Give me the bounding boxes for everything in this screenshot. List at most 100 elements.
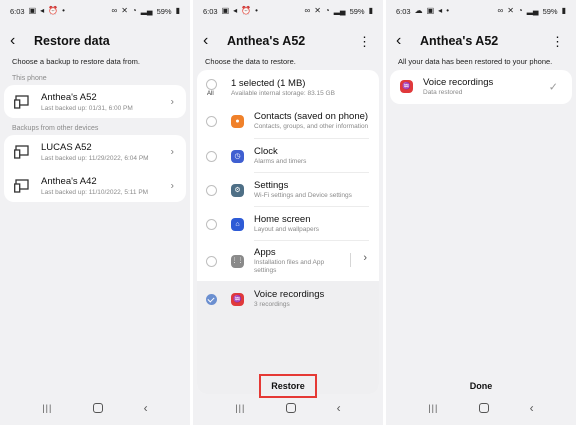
- home-icon[interactable]: [286, 403, 296, 413]
- backup-row[interactable]: Anthea's A52 Last backed up: 01/31, 6:00…: [4, 85, 186, 118]
- back-arrow-icon[interactable]: ‹: [396, 33, 414, 49]
- chevron-right-icon[interactable]: ›: [363, 252, 367, 264]
- backup-last-date: Last backed up: 11/10/2022, 5:11 PM: [41, 188, 149, 196]
- page-title: Anthea's A52: [227, 34, 306, 48]
- navigation-bar: ||| ‹: [0, 399, 190, 417]
- recent-apps-icon[interactable]: |||: [42, 403, 52, 413]
- voice-recordings-icon: ♒: [231, 293, 244, 306]
- item-name: Voice recordings: [254, 289, 325, 300]
- item-name: Settings: [254, 180, 289, 191]
- select-all-row[interactable]: All 1 selected (1 MB) Available internal…: [197, 70, 379, 105]
- backup-last-date: Last backed up: 01/31, 6:00 PM: [41, 104, 133, 112]
- alarm-icon: ⏰: [48, 6, 59, 15]
- battery-percent: 59%: [349, 6, 365, 16]
- data-item-contacts[interactable]: ● Contacts (saved on phone) Contacts, gr…: [197, 105, 379, 139]
- checkmark-icon: ✓: [548, 81, 558, 94]
- battery-percent: 59%: [156, 6, 172, 16]
- backup-device-name: Anthea's A42: [41, 175, 97, 187]
- item-checkbox[interactable]: [206, 219, 217, 230]
- backup-card-this-phone[interactable]: Anthea's A52 Last backed up: 01/31, 6:00…: [4, 85, 186, 118]
- home-icon[interactable]: [93, 403, 103, 413]
- item-checkbox-checked[interactable]: [206, 294, 217, 305]
- more-options-icon[interactable]: ⋮: [356, 33, 373, 50]
- backup-row[interactable]: LUCAS A52 Last backed up: 11/29/2022, 6:…: [4, 135, 186, 168]
- data-item-clock[interactable]: ◷ Clock Alarms and timers: [197, 139, 379, 173]
- recent-apps-icon[interactable]: |||: [235, 403, 245, 413]
- select-all-label: All: [207, 91, 214, 97]
- mute-icon: ✕: [314, 6, 321, 15]
- mute-icon: ✕: [507, 6, 514, 15]
- chevron-right-icon: ›: [170, 146, 174, 157]
- item-description-line-2: settings: [254, 267, 277, 274]
- app-bar: ‹ Restore data: [10, 30, 180, 52]
- item-checkbox[interactable]: [206, 185, 217, 196]
- notification-icon: ▣: [426, 6, 435, 15]
- more-options-icon[interactable]: ⋮: [549, 33, 566, 50]
- recent-apps-icon[interactable]: |||: [428, 403, 438, 413]
- status-bar: 6:03 ▣ ◂ ⏰ • ∞ ✕ ◔ ▂▄ 59% ▮: [0, 0, 190, 22]
- back-arrow-icon[interactable]: ‹: [10, 33, 28, 49]
- divider: [350, 253, 351, 267]
- data-item-settings[interactable]: ⚙ Settings Wi-Fi settings and Device set…: [197, 173, 379, 207]
- battery-percent: 59%: [542, 6, 558, 16]
- notification-icon: ▣: [221, 6, 230, 15]
- item-checkbox[interactable]: [206, 151, 217, 162]
- item-checkbox[interactable]: [206, 116, 217, 127]
- battery-icon: ▮: [175, 6, 180, 15]
- status-bar: 6:03 ☁ ▣ ◂ • ∞ ✕ ◔ ▂▄ 59% ▮: [386, 0, 576, 22]
- item-description: Wi-Fi settings and Device settings: [254, 192, 352, 199]
- item-name: Apps: [254, 247, 276, 258]
- select-all-checkbox[interactable]: [206, 79, 217, 90]
- item-name: Contacts (saved on phone): [254, 111, 369, 122]
- back-icon[interactable]: ‹: [144, 401, 148, 415]
- data-item-apps[interactable]: ⋮⋮ Apps Installation files and App setti…: [197, 241, 379, 281]
- home-icon[interactable]: [479, 403, 489, 413]
- item-name: Home screen: [254, 214, 311, 225]
- restore-button[interactable]: Restore: [259, 374, 317, 398]
- wifi-icon: ◔: [517, 6, 523, 15]
- data-list: All 1 selected (1 MB) Available internal…: [197, 70, 379, 394]
- battery-icon: ▮: [368, 6, 373, 15]
- chevron-right-icon: ›: [170, 96, 174, 107]
- wifi-icon: ◔: [324, 6, 330, 15]
- item-description: Contacts, groups, and other information: [254, 123, 369, 130]
- available-storage: Available internal storage: 83.15 GB: [231, 90, 335, 97]
- status-time: 6:03: [10, 6, 25, 16]
- send-icon: ◂: [40, 6, 45, 15]
- back-icon[interactable]: ‹: [337, 401, 341, 415]
- link-icon: ∞: [304, 6, 311, 15]
- item-name: Clock: [254, 146, 278, 157]
- restored-item-card: ♒ Voice recordings Data restored ✓: [390, 70, 572, 104]
- navigation-bar: ||| ‹: [193, 399, 383, 417]
- wifi-icon: ◔: [131, 6, 137, 15]
- contacts-icon: ●: [231, 115, 244, 128]
- item-checkbox[interactable]: [206, 256, 217, 267]
- backup-card-other-devices: LUCAS A52 Last backed up: 11/29/2022, 6:…: [4, 135, 186, 202]
- page-title: Restore data: [34, 34, 110, 48]
- page-subtitle: All your data has been restored to your …: [398, 57, 553, 66]
- restore-complete-screen: 6:03 ☁ ▣ ◂ • ∞ ✕ ◔ ▂▄ 59% ▮ ‹ Anthea's A…: [386, 0, 576, 425]
- navigation-bar: ||| ‹: [386, 399, 576, 417]
- section-label-other-devices: Backups from other devices: [12, 125, 99, 132]
- alarm-icon: ⏰: [241, 6, 252, 15]
- item-description-line-1: Installation files and App: [254, 259, 325, 266]
- mute-icon: ✕: [121, 6, 128, 15]
- page-subtitle: Choose the data to restore.: [205, 57, 296, 66]
- back-arrow-icon[interactable]: ‹: [203, 33, 221, 49]
- signal-icon: ▂▄: [140, 6, 153, 15]
- done-button[interactable]: Done: [386, 381, 576, 391]
- backup-row[interactable]: Anthea's A42 Last backed up: 11/10/2022,…: [4, 169, 186, 202]
- restored-item-voice-recordings: ♒ Voice recordings Data restored ✓: [390, 70, 572, 104]
- status-time: 6:03: [203, 6, 218, 16]
- status-time: 6:03: [396, 6, 411, 16]
- backup-last-date: Last backed up: 11/29/2022, 6:04 PM: [41, 154, 149, 162]
- back-icon[interactable]: ‹: [530, 401, 534, 415]
- restore-data-screen: 6:03 ▣ ◂ ⏰ • ∞ ✕ ◔ ▂▄ 59% ▮ ‹ Restore da…: [0, 0, 190, 425]
- item-name: Voice recordings: [423, 77, 494, 88]
- backup-device-name: LUCAS A52: [41, 141, 92, 153]
- app-bar: ‹ Anthea's A52 ⋮: [203, 30, 373, 52]
- home-screen-icon: ⌂: [231, 218, 244, 231]
- voice-recordings-icon: ♒: [400, 80, 413, 93]
- data-item-home-screen[interactable]: ⌂ Home screen Layout and wallpapers: [197, 207, 379, 241]
- dot-icon: •: [62, 6, 65, 15]
